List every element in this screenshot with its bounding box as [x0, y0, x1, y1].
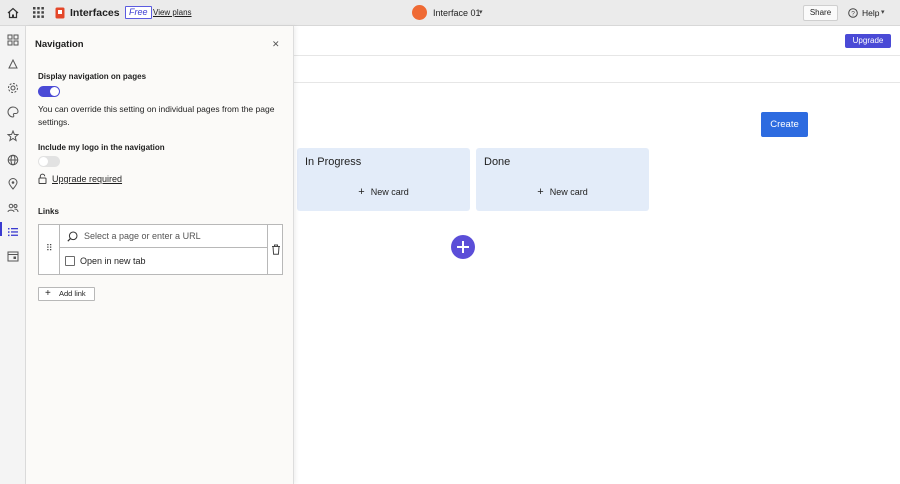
- upgrade-required-link[interactable]: Upgrade required: [52, 174, 122, 184]
- elements-icon[interactable]: [7, 58, 19, 70]
- url-input[interactable]: Select a page or enter a URL: [60, 225, 267, 248]
- chevron-down-icon[interactable]: ▾: [881, 8, 885, 16]
- active-indicator: [0, 222, 2, 236]
- open-new-tab-checkbox[interactable]: [65, 256, 75, 266]
- pages-icon[interactable]: [7, 34, 19, 46]
- display-navigation-label: Display navigation on pages: [38, 72, 147, 81]
- panel-title: Navigation: [35, 39, 84, 50]
- kanban-column: Done + New card: [476, 148, 649, 211]
- plus-icon: +: [45, 288, 51, 299]
- interfaces-logo-icon: [55, 7, 65, 19]
- chevron-down-icon[interactable]: ▾: [479, 8, 483, 16]
- view-plans-link[interactable]: View plans: [153, 8, 192, 17]
- drag-handle-icon: ⠿: [46, 243, 53, 253]
- new-card-label: New card: [370, 187, 409, 197]
- calendar-icon[interactable]: [7, 250, 19, 262]
- lock-icon: [38, 173, 47, 184]
- location-pin-icon[interactable]: [7, 178, 19, 190]
- links-label: Links: [38, 207, 59, 216]
- plus-icon: +: [358, 186, 365, 198]
- palette-icon[interactable]: [7, 106, 19, 118]
- link-item: ⠿ Select a page or enter a URL Open in n…: [38, 224, 283, 275]
- new-card-button[interactable]: + New card: [297, 186, 470, 198]
- svg-text:?: ?: [851, 10, 855, 17]
- display-navigation-toggle[interactable]: [38, 86, 60, 97]
- help-icon[interactable]: ?: [848, 8, 858, 18]
- trash-icon: [272, 244, 280, 255]
- navigation-panel: Navigation ✕ Display navigation on pages…: [26, 26, 294, 484]
- apps-grid-icon[interactable]: [33, 7, 44, 18]
- override-help-text: You can override this setting on individ…: [38, 104, 275, 127]
- search-icon: [67, 231, 78, 242]
- left-rail: [0, 26, 26, 484]
- interface-app-icon: [412, 5, 427, 20]
- plan-badge: Free: [125, 6, 152, 19]
- upgrade-button[interactable]: Upgrade: [845, 34, 891, 48]
- top-bar: Interfaces Free View plans Interface 01 …: [0, 0, 900, 26]
- help-menu[interactable]: Help: [862, 8, 879, 18]
- plus-icon: +: [537, 186, 544, 198]
- share-button[interactable]: Share: [803, 5, 838, 21]
- column-title: Done: [484, 156, 511, 168]
- url-placeholder: Select a page or enter a URL: [84, 231, 201, 241]
- interface-name[interactable]: Interface 01: [433, 8, 481, 18]
- settings-icon[interactable]: [7, 82, 19, 94]
- new-card-button[interactable]: + New card: [476, 186, 649, 198]
- create-button[interactable]: Create: [761, 112, 808, 137]
- include-logo-toggle[interactable]: [38, 156, 60, 167]
- add-column-button[interactable]: [451, 235, 475, 259]
- delete-link-button[interactable]: [267, 225, 283, 274]
- navigation-list-icon[interactable]: [7, 226, 19, 238]
- globe-icon[interactable]: [7, 154, 19, 166]
- open-new-tab-label: Open in new tab: [80, 256, 146, 266]
- close-icon[interactable]: ✕: [272, 39, 280, 50]
- users-icon[interactable]: [7, 202, 19, 214]
- star-icon[interactable]: [7, 130, 19, 142]
- include-logo-label: Include my logo in the navigation: [38, 143, 165, 152]
- home-icon[interactable]: [7, 7, 19, 19]
- new-card-label: New card: [549, 187, 588, 197]
- drag-handle[interactable]: ⠿: [39, 225, 60, 274]
- add-link-button[interactable]: + Add link: [38, 287, 95, 301]
- kanban-column: In Progress + New card: [297, 148, 470, 211]
- add-link-label: Add link: [59, 289, 86, 298]
- column-title: In Progress: [305, 156, 362, 168]
- open-new-tab-option[interactable]: Open in new tab: [60, 248, 267, 274]
- brand-name: Interfaces: [70, 7, 120, 19]
